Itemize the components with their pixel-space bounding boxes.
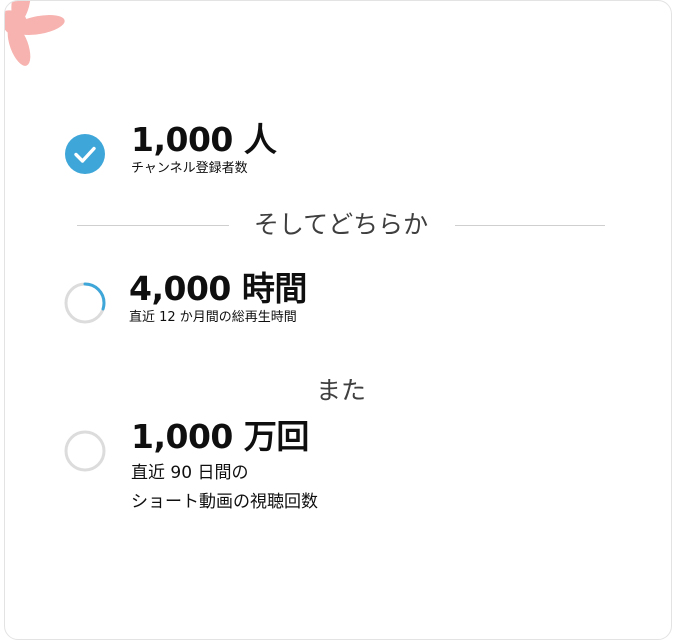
or-label: また — [315, 376, 366, 405]
requirement-description: 直近 12 か月間の総再生時間 — [129, 310, 297, 325]
progress-ring-icon — [63, 281, 107, 325]
divider-line — [455, 225, 605, 226]
check-circle-icon — [63, 132, 107, 176]
requirement-description-line: 直近 90 日間の — [131, 463, 249, 483]
requirement-value: 4,000 時間 — [129, 269, 307, 308]
empty-circle-icon — [63, 429, 107, 473]
and-either-divider: そしてどちらか — [77, 207, 605, 243]
eligibility-card: 1,000 人 チャンネル登録者数 そしてどちらか 4,000 時間 直近 12… — [4, 0, 672, 640]
requirement-description: チャンネル登録者数 — [131, 161, 248, 176]
flower-decoration-icon — [5, 1, 65, 66]
requirement-description: 直近 90 日間の ショート動画の視聴回数 — [131, 459, 531, 517]
requirement-description-line: ショート動画の視聴回数 — [131, 492, 318, 512]
requirement-value: 1,000 人 — [131, 120, 277, 159]
requirement-value: 1,000 万回 — [131, 417, 309, 456]
